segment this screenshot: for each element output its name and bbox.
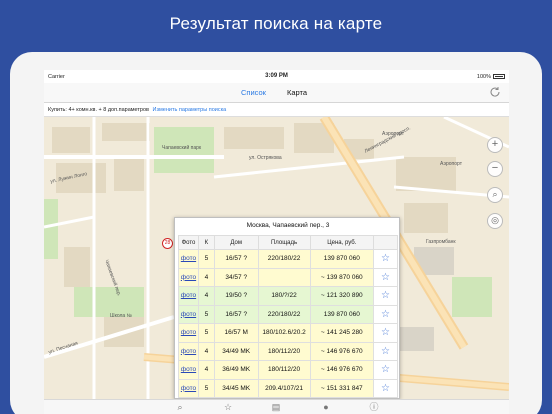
favorite-star-icon[interactable]: ☆ xyxy=(373,249,398,269)
price-cell: ~ 146 976 670 xyxy=(309,360,375,380)
map-label-ostryakova: ул. Острякова xyxy=(249,155,282,161)
map-marker-cluster[interactable]: 28 xyxy=(162,238,173,249)
house-cell: 34/49 MK xyxy=(213,341,259,361)
house-cell: 19/50 ? xyxy=(213,286,259,306)
photo-link[interactable]: фото xyxy=(178,378,199,398)
house-cell: 34/57 ? xyxy=(213,267,259,287)
rooms-cell: 5 xyxy=(197,304,215,324)
zoom-in-button[interactable]: + xyxy=(487,137,503,153)
area-cell: 180/?/22 xyxy=(257,286,311,306)
edit-search-link[interactable]: Изменить параметры поиска xyxy=(153,107,227,113)
area-cell: 180/102.6/20.2 xyxy=(257,323,311,343)
refresh-icon[interactable] xyxy=(489,86,501,98)
area-cell: 180/112/20 xyxy=(257,360,311,380)
star-icon[interactable]: ☆ xyxy=(222,402,234,413)
house-cell: 16/57 ? xyxy=(213,249,259,269)
rooms-cell: 5 xyxy=(197,249,215,269)
map-label-school: Школа № xyxy=(110,313,132,319)
listing-table: Фото К Дом Площадь Цена, руб. фото 5 16/57… xyxy=(178,235,398,398)
navigation-bar: Список Карта xyxy=(44,83,509,103)
favorite-star-icon[interactable]: ☆ xyxy=(373,323,398,343)
favorite-star-icon[interactable]: ☆ xyxy=(373,304,398,324)
map-label-park: Чапаевский парк xyxy=(162,145,202,151)
rooms-cell: 4 xyxy=(197,360,215,380)
house-cell: 16/57 M xyxy=(213,323,259,343)
col-house: Дом xyxy=(213,235,259,250)
favorite-star-icon[interactable]: ☆ xyxy=(373,360,398,380)
info-icon[interactable]: ⓘ xyxy=(368,402,380,413)
table-row[interactable]: фото 5 16/57 ? 220/180/22 139 870 060 ☆ xyxy=(178,249,398,269)
zoom-out-button[interactable]: − xyxy=(487,161,503,177)
rooms-cell: 4 xyxy=(197,267,215,287)
photo-link[interactable]: фото xyxy=(178,267,199,287)
app-screen: Carrier 3:09 PM 100% Список Карта Купить… xyxy=(44,70,509,414)
favorite-star-icon[interactable]: ☆ xyxy=(373,341,398,361)
map-label-gazprombank: Газпромбанк xyxy=(426,239,456,245)
photo-link[interactable]: фото xyxy=(178,341,199,361)
photo-link[interactable]: фото xyxy=(178,249,199,269)
table-row[interactable]: фото 4 34/49 MK 180/112/20 ~ 146 976 670 ☆ xyxy=(178,341,398,361)
rooms-cell: 4 xyxy=(197,286,215,306)
battery-icon xyxy=(493,74,505,79)
map-view[interactable]: Чапаевский парк ул. Острякова Ленинградс… xyxy=(44,117,509,399)
table-header-row: Фото К Дом Площадь Цена, руб. xyxy=(178,235,398,250)
price-cell: 139 870 060 xyxy=(309,304,375,324)
map-label-aeroport-top: Аэропорт xyxy=(382,131,405,137)
area-cell: 180/112/20 xyxy=(257,341,311,361)
listing-popup: Москва, Чапаевский пер., 3 Фото К Дом Пл… xyxy=(174,217,400,399)
rooms-cell: 5 xyxy=(197,378,215,398)
battery-indicator: 100% xyxy=(477,74,505,80)
price-cell: ~ 121 320 890 xyxy=(309,286,375,306)
col-photo: Фото xyxy=(178,235,199,250)
favorite-star-icon[interactable]: ☆ xyxy=(373,267,398,287)
area-cell: 220/180/22 xyxy=(257,304,311,324)
popup-address: Москва, Чапаевский пер., 3 xyxy=(246,222,330,229)
table-row[interactable]: фото 5 34/45 MK 209.4/107/21 ~ 151 331 847 ☆ xyxy=(178,378,398,398)
tab-list[interactable]: Список xyxy=(241,88,266,97)
area-cell xyxy=(257,267,311,287)
price-cell: ~ 139 870 060 xyxy=(309,267,375,287)
price-cell: 139 870 060 xyxy=(309,249,375,269)
price-cell: ~ 146 976 670 xyxy=(309,341,375,361)
photo-link[interactable]: фото xyxy=(178,323,199,343)
photo-link[interactable]: фото xyxy=(178,286,199,306)
search-icon[interactable]: ⌕ xyxy=(174,402,186,413)
filter-bar: Купить: 4+ комн.кв. + 8 доп.параметров И… xyxy=(44,103,509,117)
table-row[interactable]: фото 4 36/49 MK 180/112/20 ~ 146 976 670 ☆ xyxy=(178,360,398,380)
status-bar: Carrier 3:09 PM 100% xyxy=(44,70,509,83)
table-row[interactable]: фото 5 16/57 ? 220/180/22 139 870 060 ☆ xyxy=(178,304,398,324)
search-area-icon[interactable]: ⌕ xyxy=(487,187,503,203)
clipboard-icon[interactable]: ▤ xyxy=(270,402,282,413)
photo-link[interactable]: фото xyxy=(178,360,199,380)
col-fav xyxy=(373,235,398,250)
filter-summary: Купить: 4+ комн.кв. + 8 доп.параметров xyxy=(48,107,149,113)
promo-title: Результат поиска на карте xyxy=(169,14,383,33)
house-cell: 16/57 ? xyxy=(213,304,259,324)
price-cell: ~ 151 331 847 xyxy=(309,378,375,398)
table-row[interactable]: фото 4 19/50 ? 180/?/22 ~ 121 320 890 ☆ xyxy=(178,286,398,306)
price-cell: ~ 141 245 280 xyxy=(309,323,375,343)
clock: 3:09 PM xyxy=(265,73,288,79)
favorite-star-icon[interactable]: ☆ xyxy=(373,286,398,306)
table-row[interactable]: фото 4 34/57 ? ~ 139 870 060 ☆ xyxy=(178,267,398,287)
house-cell: 36/49 MK xyxy=(213,360,259,380)
battery-percent: 100% xyxy=(476,74,491,80)
tab-map[interactable]: Карта xyxy=(287,88,307,97)
area-cell: 220/180/22 xyxy=(257,249,311,269)
favorite-star-icon[interactable]: ☆ xyxy=(373,378,398,398)
col-area: Площадь xyxy=(257,235,311,250)
locate-me-icon[interactable]: ◎ xyxy=(487,213,503,229)
table-row[interactable]: фото 5 16/57 M 180/102.6/20.2 ~ 141 245 280 ☆ xyxy=(178,323,398,343)
col-rooms: К xyxy=(197,235,215,250)
map-label-aeroport-right: Аэропорт xyxy=(440,161,463,167)
rooms-cell: 4 xyxy=(197,341,215,361)
house-cell: 34/45 MK xyxy=(213,378,259,398)
col-price: Цена, руб. xyxy=(309,235,375,250)
area-cell: 209.4/107/21 xyxy=(257,378,311,398)
photo-link[interactable]: фото xyxy=(178,304,199,324)
tab-bar: ⌕ ☆ ▤ ● ⓘ xyxy=(44,399,509,414)
user-icon[interactable]: ● xyxy=(320,402,332,413)
rooms-cell: 5 xyxy=(197,323,215,343)
